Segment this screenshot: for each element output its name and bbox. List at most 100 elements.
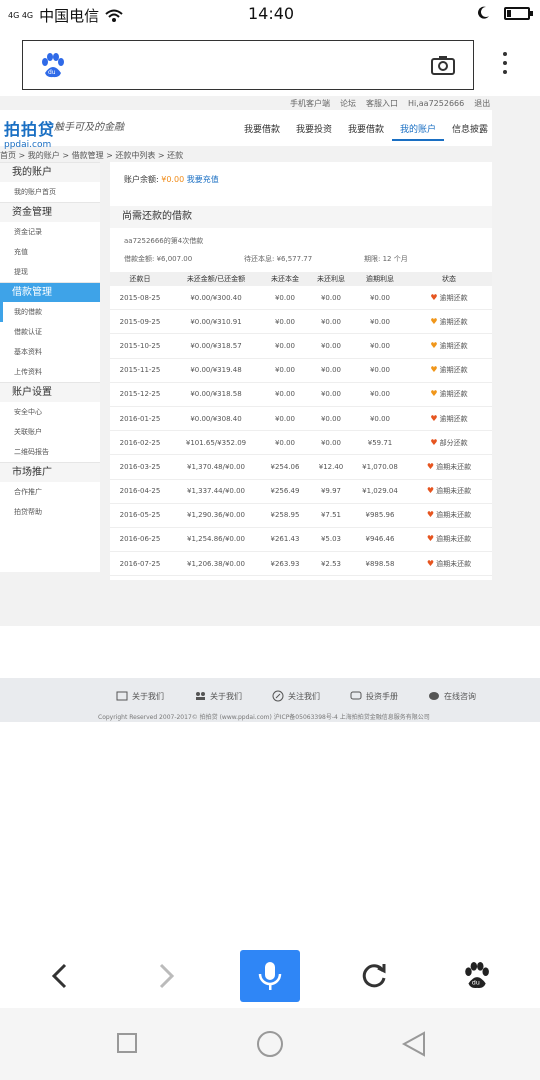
- status-label: 逾期还款: [439, 390, 468, 399]
- heart-icon: ♥: [430, 389, 438, 399]
- status-label: 逾期未还款: [436, 535, 472, 544]
- top-link[interactable]: 退出: [474, 98, 490, 109]
- table-cell: ¥9.97: [320, 487, 342, 496]
- sidebar-item[interactable]: 资金记录: [0, 222, 100, 242]
- sidebar-item[interactable]: 合作推广: [0, 482, 100, 502]
- top-link[interactable]: 客服入口: [366, 98, 398, 109]
- moon-icon: [478, 6, 489, 19]
- status-label: 逾期还款: [439, 293, 468, 302]
- more-menu-icon[interactable]: [500, 52, 510, 78]
- footer-link[interactable]: 投资手册: [350, 691, 398, 702]
- status-cell[interactable]: ♥ 逾期未还款: [406, 510, 492, 520]
- forward-icon[interactable]: [136, 950, 196, 1002]
- back-nav-icon[interactable]: [400, 1030, 428, 1058]
- table-cell: ¥12.40: [318, 462, 344, 471]
- table-cell: 2016-07-25: [119, 559, 161, 568]
- table-cell: ¥0.00: [274, 390, 296, 399]
- table-row: 2015-11-25 ¥0.00/¥319.48 ¥0.00 ¥0.00 ¥0.00 ♥ 逾…: [110, 359, 492, 383]
- heart-icon: ♥: [426, 534, 435, 544]
- status-label: 逾期未还款: [436, 462, 472, 471]
- footer-link[interactable]: 在线咨询: [428, 691, 476, 702]
- sidebar-item[interactable]: 拍贷帮助: [0, 502, 100, 522]
- recharge-link[interactable]: 我要充值: [187, 175, 219, 184]
- table-cell: 2015-09-25: [119, 317, 161, 326]
- nav-item[interactable]: 我要借款: [340, 122, 392, 141]
- sidebar-item[interactable]: 借款认证: [0, 322, 100, 342]
- sidebar-item[interactable]: 充值: [0, 242, 100, 262]
- carrier-label: 中国电信: [39, 7, 100, 25]
- camera-icon[interactable]: [431, 54, 455, 76]
- voice-search-button[interactable]: [240, 950, 300, 1002]
- sidebar-head-loans[interactable]: 借款管理: [0, 282, 100, 302]
- nav-item[interactable]: 我要投资: [288, 122, 340, 141]
- table-cell: ¥0.00: [320, 438, 342, 447]
- status-cell[interactable]: ♥ 逾期未还款: [406, 534, 492, 544]
- section-title: 尚需还款的借款: [110, 206, 492, 228]
- table-cell: ¥0.00: [320, 366, 342, 375]
- top-link[interactable]: 论坛: [340, 98, 356, 109]
- sidebar-item[interactable]: 关联账户: [0, 422, 100, 442]
- top-link[interactable]: Hi,aa7252666: [408, 99, 464, 108]
- baidu-paw-icon[interactable]: du: [446, 950, 506, 1002]
- sidebar-head[interactable]: 市场推广: [0, 462, 100, 482]
- sidebar-item[interactable]: 我的账户首页: [0, 182, 100, 202]
- top-link[interactable]: 手机客户端: [290, 98, 330, 109]
- table-cell: 2015-08-25: [119, 293, 161, 302]
- table-cell: ¥261.43: [270, 535, 300, 544]
- balance-amount: ¥0.00: [161, 175, 185, 184]
- table-cell: ¥0.00: [274, 414, 296, 423]
- table-row: 2016-01-25 ¥0.00/¥308.40 ¥0.00 ¥0.00 ¥0.00 ♥ 逾…: [110, 407, 492, 432]
- back-icon[interactable]: [30, 950, 90, 1002]
- footer-link[interactable]: 关注我们: [272, 690, 320, 702]
- table-row: 2015-10-25 ¥0.00/¥318.57 ¥0.00 ¥0.00 ¥0.00 ♥ 逾…: [110, 334, 492, 359]
- status-cell[interactable]: ♥ 逾期还款: [406, 293, 492, 303]
- sidebar-item[interactable]: 基本资料: [0, 342, 100, 362]
- search-box[interactable]: du: [22, 40, 474, 90]
- status-cell[interactable]: ♥ 逾期还款: [406, 365, 492, 375]
- footer-link[interactable]: 关于我们: [116, 691, 164, 702]
- copyright: Copyright Reserved 2007-2017© 拍拍贷 (www.p…: [98, 714, 430, 721]
- table-cell: ¥254.06: [270, 462, 300, 471]
- sidebar-head[interactable]: 资金管理: [0, 202, 100, 222]
- table-cell: ¥0.00: [369, 341, 391, 350]
- sidebar-item[interactable]: 上传资料: [0, 362, 100, 382]
- breadcrumb[interactable]: 首页 > 我的账户 > 借款管理 > 还款中列表 > 还款: [0, 150, 183, 161]
- home-icon[interactable]: [256, 1030, 284, 1058]
- table-cell: ¥7.51: [320, 511, 342, 520]
- refresh-icon[interactable]: [344, 950, 404, 1002]
- sidebar-item[interactable]: 安全中心: [0, 402, 100, 422]
- sidebar-item[interactable]: 提现: [0, 262, 100, 282]
- table-cell: ¥1,070.08: [362, 462, 398, 471]
- status-cell[interactable]: ♥ 逾期还款: [406, 389, 492, 399]
- people-icon: [196, 692, 205, 700]
- sidebar-item-my-loans[interactable]: 我的借款: [0, 302, 100, 322]
- sidebar-item[interactable]: 二维码报告: [0, 442, 100, 462]
- mic-icon: [258, 962, 282, 990]
- status-label: 逾期未还款: [436, 511, 472, 520]
- status-cell[interactable]: ♥ 逾期还款: [406, 341, 492, 351]
- table-cell: ¥0.00: [320, 414, 342, 423]
- nav-item[interactable]: 我要借款: [236, 122, 288, 141]
- slogan: 触手可及的金融: [54, 122, 124, 133]
- status-cell[interactable]: ♥ 逾期还款: [406, 414, 492, 424]
- sidebar-head[interactable]: 我的账户: [0, 162, 100, 182]
- table-cell: 2016-01-25: [119, 414, 161, 423]
- table-cell: 2016-03-25: [119, 462, 161, 471]
- site-logo[interactable]: 拍拍贷 ppdai.com: [4, 116, 55, 150]
- status-cell[interactable]: ♥ 逾期未还款: [406, 462, 492, 472]
- table-cell: ¥0.00/¥318.58: [190, 390, 242, 399]
- table-row: 2016-05-25 ¥1,290.36/¥0.00 ¥258.95 ¥7.51 ¥98…: [110, 504, 492, 528]
- status-cell[interactable]: ♥ 部分还款: [406, 438, 492, 448]
- chat-icon: [350, 691, 362, 700]
- status-cell[interactable]: ♥ 逾期未还款: [406, 486, 492, 496]
- status-label: 部分还款: [439, 438, 468, 447]
- table-cell: ¥0.00: [320, 390, 342, 399]
- recents-icon[interactable]: [116, 1032, 138, 1054]
- table-cell: ¥0.00: [369, 414, 391, 423]
- footer-link[interactable]: 关于我们: [194, 691, 242, 702]
- status-cell[interactable]: ♥ 逾期未还款: [406, 559, 492, 569]
- nav-item-my-account[interactable]: 我的账户: [392, 122, 444, 141]
- nav-item[interactable]: 信息披露: [444, 122, 496, 141]
- sidebar-head[interactable]: 账户设置: [0, 382, 100, 402]
- status-cell[interactable]: ♥ 逾期还款: [406, 317, 492, 327]
